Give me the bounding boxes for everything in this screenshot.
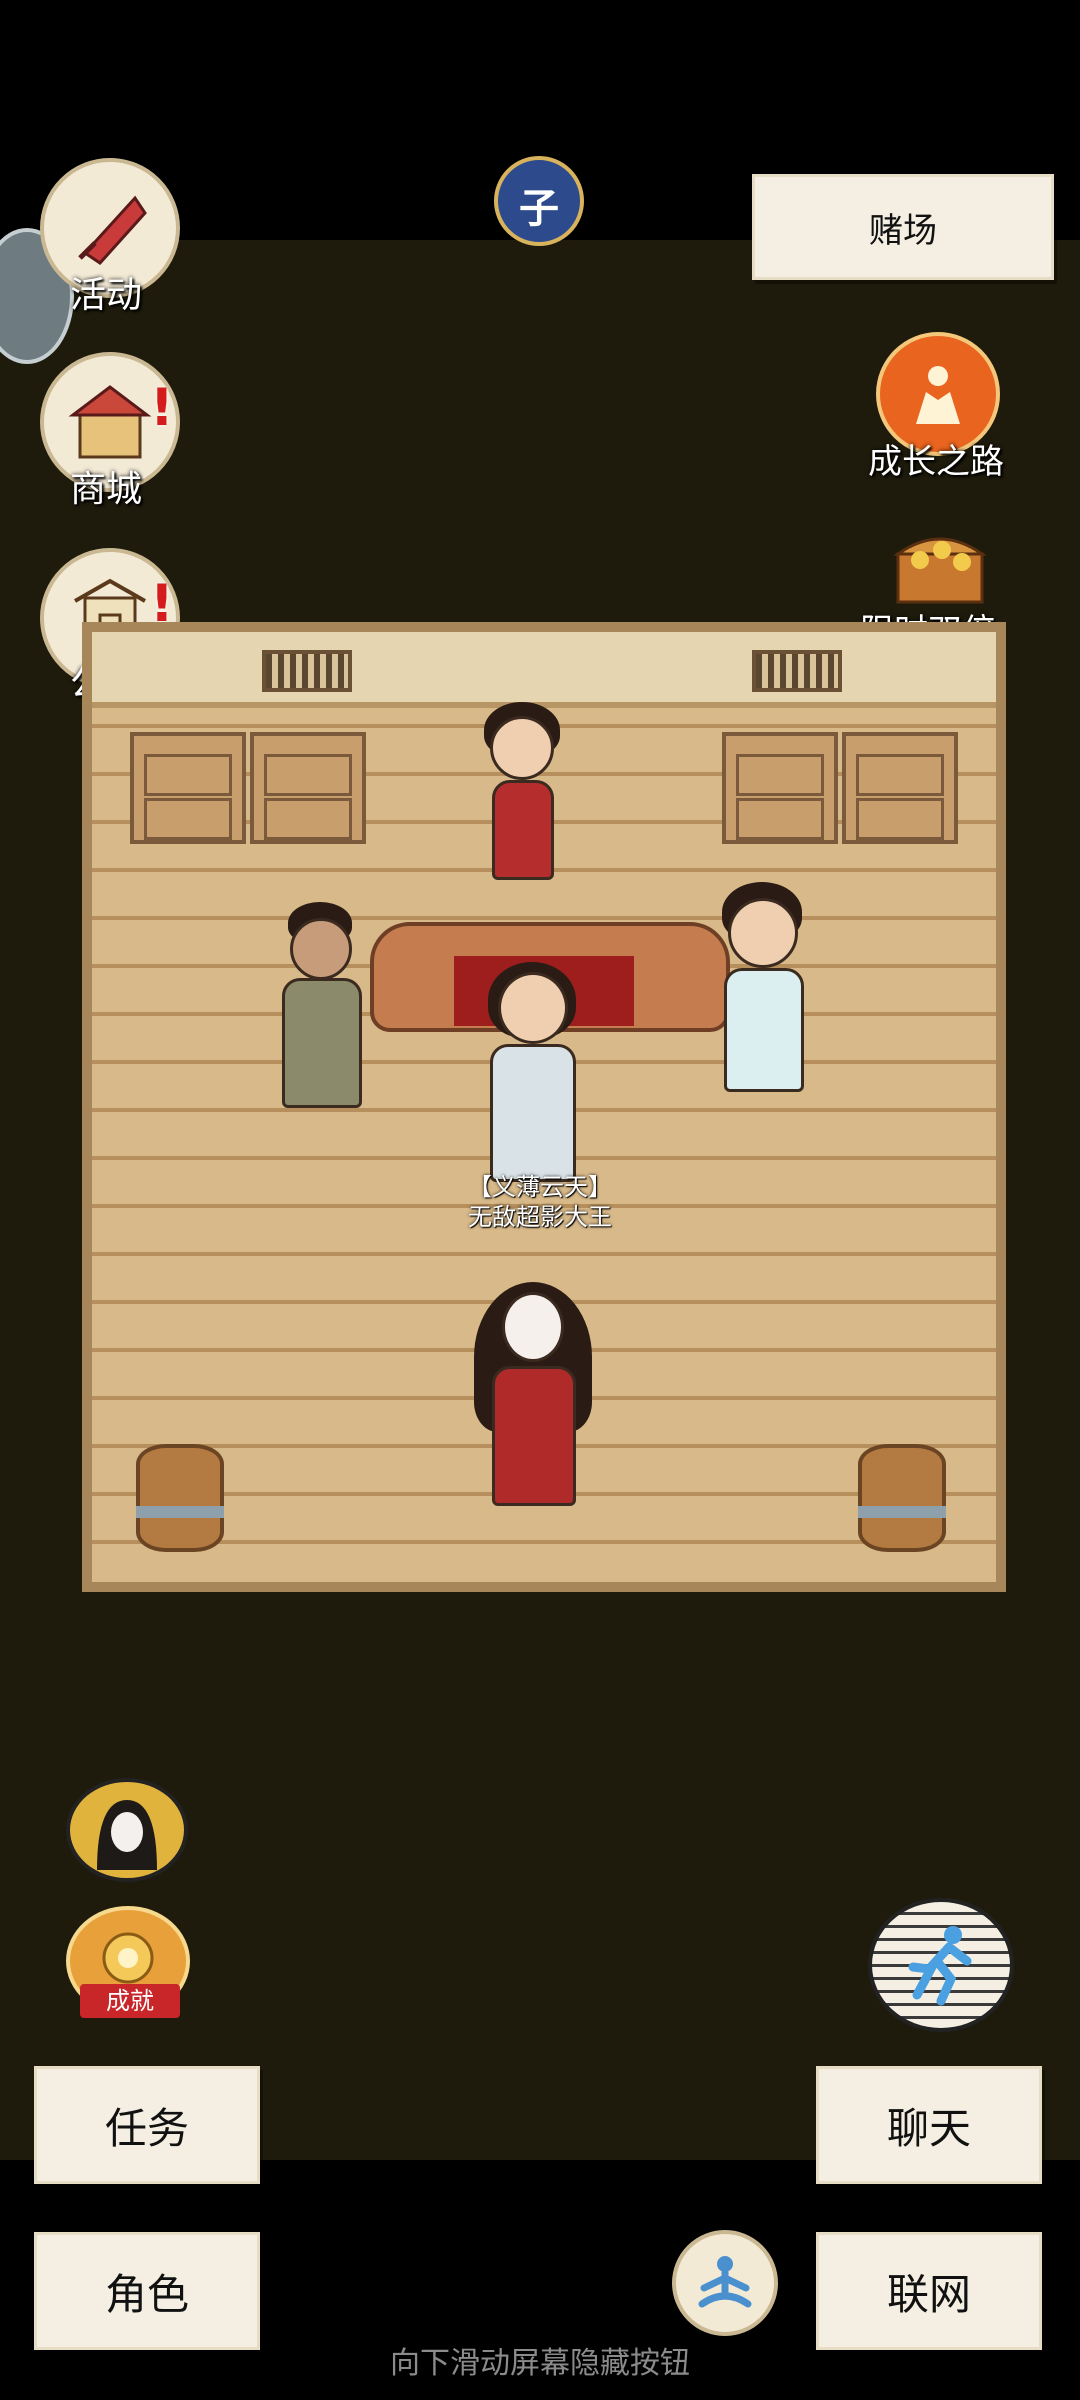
scholar-npc[interactable] [708,882,818,1102]
villager-npc[interactable] [268,902,378,1112]
run-toggle-button[interactable] [868,1898,1014,2032]
wall-vent [752,650,842,692]
network-button[interactable]: 联网 [816,2232,1042,2350]
shop-alert-badge: ! [150,378,174,438]
running-man-icon [908,1926,972,2006]
dresser [842,732,958,844]
npc-name: 无敌超影大王 [468,1203,612,1231]
task-button[interactable]: 任务 [34,2066,260,2184]
room-back-wall [92,632,996,708]
barrel [136,1444,224,1552]
dresser [722,732,838,844]
casino-button[interactable]: 赌场 [752,174,1054,280]
shop-icon [68,385,152,459]
chat-button[interactable]: 聊天 [816,2066,1042,2184]
hide-buttons-hint: 向下滑动屏幕隐藏按钮 [390,2346,690,2381]
time-glyph: 子 [519,186,559,232]
npc-title: 【义薄云天】 [468,1173,612,1201]
double-reward-button[interactable] [880,520,1000,610]
dresser [250,732,366,844]
wall-vent [262,650,352,692]
meditate-button[interactable] [672,2230,778,2336]
shop-label: 商城 [70,469,143,510]
room-scene [82,622,1006,1592]
activity-label: 活动 [70,275,143,316]
flag-icon [78,195,147,265]
time-moon-icon: 子 [494,156,584,246]
player-avatar-button[interactable] [66,1778,188,1882]
growth-path-label: 成长之路 [868,442,1004,482]
npc-name-title: 【义薄云天】 无敌超影大王 [360,1172,720,1232]
treasure-chest-icon [893,537,987,604]
barrel [858,1444,946,1552]
role-button[interactable]: 角色 [34,2232,260,2350]
meditation-icon [698,2256,752,2308]
waitress-npc[interactable] [470,702,580,902]
player-character[interactable] [468,1262,598,1512]
growth-icon [916,366,960,424]
avatar-icon [97,1800,157,1870]
dresser [130,732,246,844]
achievement-label: 成就 [80,1984,180,2018]
casino-boss-npc[interactable] [472,962,592,1192]
